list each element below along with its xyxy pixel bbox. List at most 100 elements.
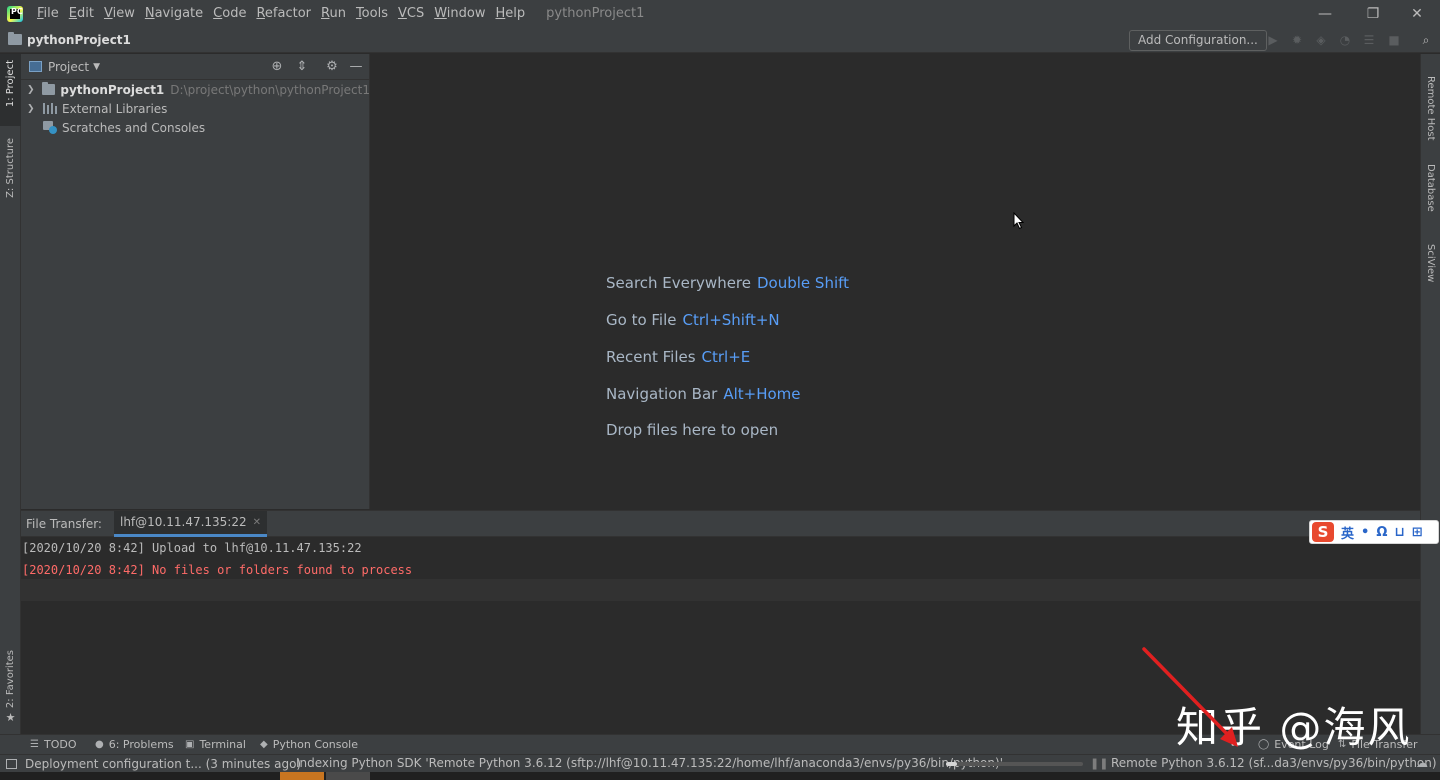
project-view-selector[interactable]: Project — [48, 60, 89, 74]
tab-structure[interactable]: Z: Structure — [0, 138, 21, 198]
hint-shortcut: Ctrl+E — [701, 348, 751, 366]
tree-item-project-root[interactable]: ❯ pythonProject1 D:\project\python\pytho… — [21, 80, 370, 99]
ime-language-toggle[interactable]: 英 — [1341, 523, 1354, 542]
tab-project[interactable]: 1: Project — [0, 54, 21, 126]
close-icon[interactable]: ✕ — [1394, 0, 1440, 27]
ime-toolbar[interactable]: S 英 • Ω ⊔ ⊞ — [1309, 520, 1439, 544]
editor-area[interactable]: Search Everywhere Double Shift Go to File… — [371, 54, 1420, 509]
pycharm-logo-icon: PC — [6, 5, 26, 23]
status-bar: Deployment configuration t... (3 minutes… — [0, 754, 1440, 772]
python-icon: ◆ — [260, 739, 268, 750]
scratches-icon — [43, 121, 57, 134]
chevron-right-icon[interactable]: ❯ — [27, 85, 36, 95]
ime-toolbox-icon[interactable]: ⊔ — [1394, 525, 1404, 540]
status-message[interactable]: Deployment configuration t... (3 minutes… — [25, 757, 301, 771]
menu-view[interactable]: View — [99, 0, 140, 27]
menu-navigate[interactable]: Navigate — [140, 0, 208, 27]
sogou-logo-icon: S — [1312, 522, 1334, 542]
tree-item-scratches[interactable]: Scratches and Consoles — [21, 118, 370, 137]
tool-python-console[interactable]: ◆ Python Console — [260, 735, 358, 755]
gear-icon[interactable]: ⚙ — [324, 59, 340, 75]
menu-run[interactable]: Run — [316, 0, 351, 27]
tool-problems-label: 6: Problems — [108, 738, 174, 751]
restore-icon[interactable]: ❐ — [1350, 0, 1396, 27]
window-title: pythonProject1 — [546, 6, 645, 21]
menu-code[interactable]: Code — [208, 0, 251, 27]
tab-structure-label: Z: Structure — [5, 138, 16, 198]
log-current-line — [21, 579, 1420, 601]
taskbar-item[interactable] — [280, 772, 324, 780]
hint-go-to-file: Go to File Ctrl+Shift+N — [606, 311, 780, 329]
tool-todo[interactable]: ☰ TODO — [30, 735, 76, 755]
menu-bar: PC File Edit View Navigate Code Refactor… — [0, 0, 1440, 27]
tab-label: lhf@10.11.47.135:22 — [119, 515, 247, 529]
hint-text: Navigation Bar — [606, 385, 718, 403]
run-with-coverage-icon[interactable]: ◈ — [1314, 33, 1328, 47]
taskbar-edge — [0, 772, 1440, 780]
indexing-status[interactable]: Indexing Python SDK 'Remote Python 3.6.1… — [296, 756, 1003, 770]
indexing-progress-bar[interactable] — [946, 762, 1083, 766]
menu-file[interactable]: File — [32, 0, 64, 27]
log-line-error: [2020/10/20 8:42] No files or folders fo… — [22, 563, 413, 577]
list-icon: ☰ — [30, 739, 39, 750]
stop-icon[interactable]: ■ — [1387, 33, 1401, 47]
tab-remote-host[interactable]: Remote Host — [1425, 76, 1436, 141]
menu-help[interactable]: Help — [491, 0, 531, 27]
hint-text: Drop files here to open — [606, 421, 779, 439]
project-panel: Project ▼ ⊕ ⇕ ⚙ — ❯ pythonProject1 D:\pr… — [21, 54, 370, 509]
tab-favorites[interactable]: 2: Favorites ★ — [0, 650, 21, 724]
tab-database[interactable]: Database — [1425, 164, 1436, 212]
hint-drop-files: Drop files here to open — [606, 421, 778, 439]
hint-text: Search Everywhere — [606, 274, 751, 292]
add-configuration-button[interactable]: Add Configuration... — [1129, 30, 1267, 51]
project-panel-header: Project ▼ ⊕ ⇕ ⚙ — — [21, 54, 369, 80]
left-tool-strip: 1: Project Z: Structure 2: Favorites ★ — [0, 54, 21, 734]
breadcrumb[interactable]: pythonProject1 — [8, 32, 131, 47]
file-transfer-tabs: File Transfer: lhf@10.11.47.135:22 ✕ — [21, 510, 1420, 537]
tab-sciview[interactable]: SciView — [1425, 244, 1436, 282]
menu-window[interactable]: Window — [429, 0, 490, 27]
tool-python-console-label: Python Console — [272, 738, 358, 751]
locate-icon[interactable]: ⊕ — [269, 59, 285, 75]
hint-shortcut: Double Shift — [757, 274, 850, 292]
tree-item-label: Scratches and Consoles — [62, 120, 206, 135]
tool-todo-label: TODO — [43, 738, 77, 751]
hide-panel-icon[interactable]: — — [348, 59, 364, 75]
minimize-icon[interactable]: — — [1302, 0, 1348, 27]
menu-refactor[interactable]: Refactor — [251, 0, 316, 27]
tree-item-external-libraries[interactable]: ❯ External Libraries — [21, 99, 370, 118]
taskbar-item[interactable] — [326, 772, 370, 780]
run-icon[interactable]: ▶ — [1266, 33, 1280, 47]
chevron-down-icon[interactable]: ▼ — [93, 62, 100, 72]
menu-vcs[interactable]: VCS — [393, 0, 429, 27]
pause-icon[interactable]: ❚❚ — [1090, 757, 1108, 770]
navigation-bar: pythonProject1 Add Configuration... ▶ ✹ … — [0, 27, 1440, 53]
chevron-right-icon[interactable]: ❯ — [27, 104, 37, 114]
python-interpreter-selector[interactable]: Remote Python 3.6.12 (sf...da3/envs/py36… — [1111, 756, 1437, 770]
hint-text: Recent Files — [606, 348, 696, 366]
menu-edit[interactable]: Edit — [64, 0, 99, 27]
tab-project-label: 1: Project — [5, 60, 16, 108]
notifications-icon[interactable]: ☁ — [1416, 756, 1428, 770]
ime-menu-icon[interactable]: ⊞ — [1412, 525, 1423, 540]
breadcrumb-project[interactable]: pythonProject1 — [27, 33, 131, 47]
profile-icon[interactable]: ◔ — [1338, 33, 1352, 47]
tool-terminal[interactable]: ▣ Terminal — [185, 735, 246, 755]
file-transfer-title: File Transfer: — [26, 516, 102, 531]
tool-problems[interactable]: ● 6: Problems — [95, 735, 174, 755]
menu-tools[interactable]: Tools — [351, 0, 393, 27]
concurrency-icon[interactable]: ☰ — [1362, 33, 1376, 47]
hint-search-everywhere: Search Everywhere Double Shift — [606, 274, 849, 292]
message-icon — [6, 758, 17, 769]
tab-file-transfer-host[interactable]: lhf@10.11.47.135:22 ✕ — [113, 510, 268, 537]
tree-item-path: D:\project\python\pythonProject1 — [170, 82, 370, 97]
search-icon[interactable]: ⌕ — [1419, 33, 1433, 47]
tab-favorites-label: 2: Favorites — [5, 650, 16, 709]
close-tab-icon[interactable]: ✕ — [253, 517, 261, 528]
tree-item-label: External Libraries — [62, 101, 168, 116]
hint-text: Go to File — [606, 311, 677, 329]
ime-punctuation-toggle[interactable]: • — [1361, 525, 1369, 540]
ime-symbols-icon[interactable]: Ω — [1376, 525, 1387, 540]
debug-icon[interactable]: ✹ — [1290, 33, 1304, 47]
collapse-all-icon[interactable]: ⇕ — [294, 59, 310, 75]
